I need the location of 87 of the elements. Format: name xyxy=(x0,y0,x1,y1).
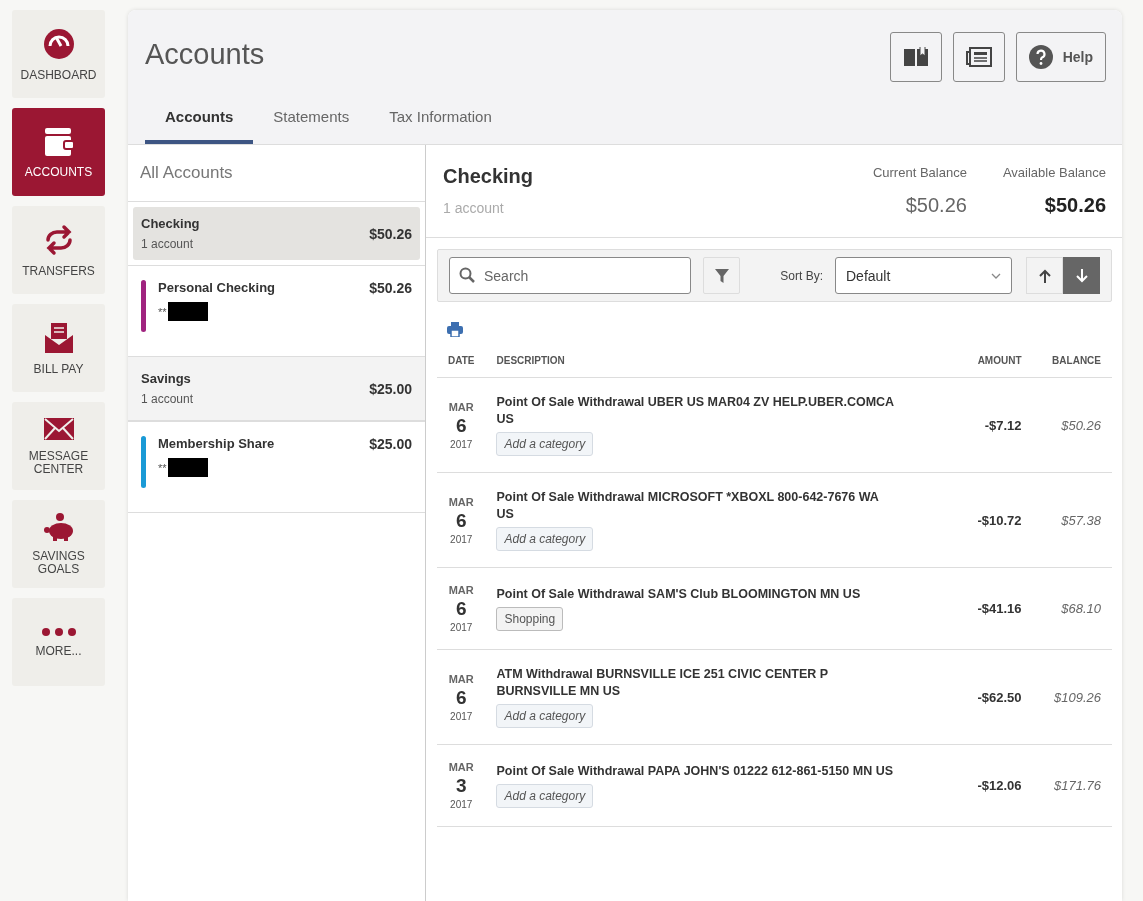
account-balance: $25.00 xyxy=(369,436,412,454)
redaction-bar xyxy=(167,302,208,321)
tab[interactable]: Tax Information xyxy=(369,96,512,144)
sort-dropdown[interactable]: Default xyxy=(835,257,1012,294)
filter-button[interactable] xyxy=(703,257,740,294)
transaction-amount: -$7.12 xyxy=(958,377,1033,473)
available-balance: $50.26 xyxy=(1043,194,1106,217)
transaction-amount: -$62.50 xyxy=(958,649,1033,745)
transaction-description: ATM Withdrawal BURNSVILLE ICE 251 CIVIC CENTER P BURNSVILLE MN US xyxy=(496,666,829,700)
toolbar-button[interactable] xyxy=(952,32,1005,82)
transaction-amount: -$41.16 xyxy=(958,567,1033,650)
sort-order-button[interactable] xyxy=(1063,257,1100,294)
arrow-down-icon xyxy=(1074,268,1089,283)
search-field[interactable]: Search xyxy=(449,257,691,294)
date-month: MAR xyxy=(448,584,475,596)
add-category-button[interactable]: Add a category xyxy=(496,704,594,728)
date-year: 2017 xyxy=(449,533,474,545)
arrow-up-icon xyxy=(1037,268,1052,283)
account-title: Checking xyxy=(443,165,534,188)
date-month: MAR xyxy=(448,400,475,413)
date-year: 2017 xyxy=(449,710,474,722)
date-day: 6 xyxy=(448,598,475,620)
date-day: 6 xyxy=(448,414,475,437)
gauge-icon xyxy=(41,26,76,61)
page-title: Accounts xyxy=(145,38,265,72)
nav-item[interactable]: TRANSFERS xyxy=(12,206,105,294)
nav-item[interactable]: ACCOUNTS xyxy=(12,108,105,196)
nav-item[interactable]: DASHBOARD xyxy=(12,10,105,98)
help-icon xyxy=(1028,45,1053,69)
transaction-amount: -$12.06 xyxy=(958,744,1033,827)
add-category-button[interactable]: Add a category xyxy=(496,784,594,808)
chevron-down-icon xyxy=(991,272,1001,279)
date-year: 2017 xyxy=(449,622,474,633)
newspaper-icon xyxy=(965,47,992,67)
running-balance: $57.38 xyxy=(1032,472,1112,568)
filter-icon xyxy=(713,267,730,284)
transaction-amount: -$10.72 xyxy=(958,472,1033,568)
account-group[interactable]: Savings 1 account $25.00 xyxy=(128,357,425,421)
nav-item[interactable]: MESSAGE CENTER xyxy=(12,402,105,490)
account-count: 1 account xyxy=(443,200,505,216)
account-number: ** xyxy=(158,461,167,474)
envelope-icon xyxy=(41,416,76,442)
running-balance: $171.76 xyxy=(1032,744,1112,827)
account-name[interactable]: Membership Share xyxy=(158,436,358,451)
date-day: 6 xyxy=(448,686,475,709)
date-day: 6 xyxy=(448,509,475,532)
column-header: BALANCE xyxy=(1032,347,1112,378)
nav-item[interactable]: MORE... xyxy=(12,598,105,686)
account-name[interactable]: Personal Checking xyxy=(158,280,358,295)
add-category-button[interactable]: Add a category xyxy=(496,432,594,456)
add-category-button[interactable]: Add a category xyxy=(496,527,594,551)
balance-label: Available Balance xyxy=(1002,165,1106,180)
running-balance: $68.10 xyxy=(1032,567,1112,650)
piggy-bank-icon xyxy=(41,512,76,542)
date-month: MAR xyxy=(448,672,475,685)
redaction-bar xyxy=(167,458,208,477)
transaction-description: Point Of Sale Withdrawal UBER US MAR04 ZV HELP.UBER.COMCA US xyxy=(496,394,895,428)
transaction-description: Point Of Sale Withdrawal MICROSOFT *XBOXL 800-642-7676 WA US xyxy=(496,489,880,523)
account-balance: $50.26 xyxy=(369,280,412,298)
nav-item[interactable]: SAVINGS GOALS xyxy=(12,500,105,588)
balance-label: Current Balance xyxy=(872,165,967,180)
book-icon xyxy=(902,47,929,67)
date-year: 2017 xyxy=(449,438,474,450)
more-dots-icon xyxy=(40,626,77,637)
date-month: MAR xyxy=(448,495,475,508)
running-balance: $109.26 xyxy=(1032,649,1112,745)
current-balance: $50.26 xyxy=(904,194,967,217)
account-group[interactable]: Checking 1 account $50.26 xyxy=(133,207,420,260)
column-header: DATE xyxy=(437,347,486,378)
accounts-heading: All Accounts xyxy=(128,145,425,202)
transaction-description: Point Of Sale Withdrawal SAM'S Club BLOOMINGTON MN US xyxy=(496,586,862,603)
category-tag[interactable]: Shopping xyxy=(496,607,564,631)
account-number: ** xyxy=(158,305,167,318)
toolbar-button[interactable] xyxy=(889,32,942,82)
running-balance: $50.26 xyxy=(1032,377,1112,473)
tab[interactable]: Accounts xyxy=(145,96,254,144)
print-icon[interactable] xyxy=(447,322,463,337)
tab[interactable]: Statements xyxy=(253,96,370,144)
column-header: AMOUNT xyxy=(958,347,1033,378)
date-month: MAR xyxy=(448,761,475,773)
transaction-description: Point Of Sale Withdrawal PAPA JOHN'S 01222 612-861-5150 MN US xyxy=(496,763,894,780)
column-header: DESCRIPTION xyxy=(485,347,959,378)
date-year: 2017 xyxy=(449,799,474,810)
date-day: 3 xyxy=(448,775,475,797)
sort-label: Sort By: xyxy=(780,268,823,283)
nav-item[interactable]: BILL PAY xyxy=(12,304,105,392)
help-button[interactable]: Help xyxy=(1015,32,1106,82)
